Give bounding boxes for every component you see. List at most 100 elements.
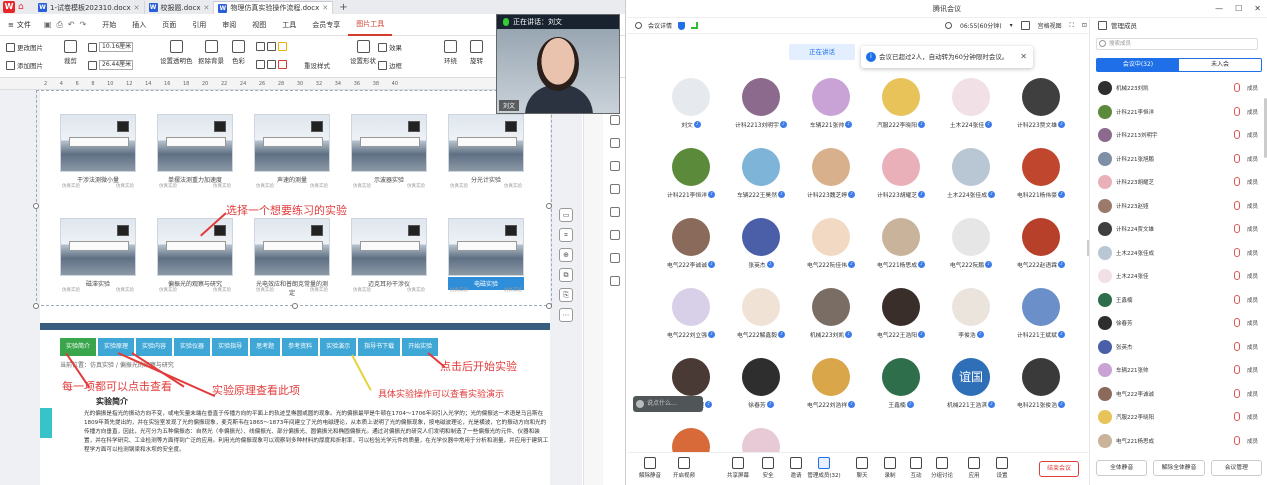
home-icon[interactable]: ⌂ xyxy=(18,1,28,13)
member-row[interactable]: 计科223赵娅 成员 xyxy=(1096,196,1262,216)
experiment-card[interactable]: 分光计实验 仿真实验 仿真实验 xyxy=(448,114,524,190)
nav-button[interactable]: 实验原理 xyxy=(98,338,135,356)
close-icon[interactable]: ✕ xyxy=(322,4,328,12)
participant-tile[interactable]: 计科221李恒洋 ♪ xyxy=(661,148,721,210)
member-row[interactable]: 机械223刘凯 成员 xyxy=(1096,78,1262,98)
undo-icon[interactable]: ↶ xyxy=(68,20,75,30)
member-row[interactable]: 土木224张佳成 成员 xyxy=(1096,243,1262,263)
mic-muted-icon[interactable] xyxy=(1234,83,1240,92)
tools-icon[interactable] xyxy=(610,207,620,217)
horizontal-ruler[interactable]: 2 4 6 8 10 12 14 16 18 20 22 24 26 28 30 32 34 36 38 40 xyxy=(0,78,582,90)
participant-tile[interactable]: 计科2213刘明宇 ♪ xyxy=(731,78,791,140)
participant-tile[interactable]: 电气221杨思成 ♪ xyxy=(871,218,931,280)
unmute-all-button[interactable]: 解除全体静音 xyxy=(1153,460,1205,476)
nav-button[interactable]: 指导书下载 xyxy=(358,338,401,356)
participant-tile[interactable]: 电气222王浩阳 ♪ xyxy=(871,288,931,350)
participant-tile[interactable]: 计科223魏芝婷 ♪ xyxy=(801,148,861,210)
member-row[interactable]: 计科2213刘明宇 成员 xyxy=(1096,125,1262,145)
ribbon-tab[interactable]: 会员专享 xyxy=(304,14,348,36)
select-icon[interactable] xyxy=(610,115,620,125)
ribbon-tab[interactable]: 工具 xyxy=(274,14,304,36)
ribbon-tab[interactable]: 图片工具 xyxy=(348,14,393,36)
chevron-down-icon[interactable]: ▾ xyxy=(1010,22,1013,29)
navigation-icon[interactable] xyxy=(610,184,620,194)
remove-background-button[interactable]: 抠除背景 xyxy=(198,40,224,65)
toolbar-button[interactable]: 解除静音 xyxy=(633,457,667,479)
mic-muted-icon[interactable] xyxy=(1234,177,1240,186)
mic-muted-icon[interactable] xyxy=(1234,200,1240,210)
mic-muted-icon[interactable] xyxy=(1234,412,1240,421)
color-button[interactable]: 色彩 xyxy=(232,40,245,65)
mic-muted-icon[interactable] xyxy=(1234,341,1240,351)
participant-tile[interactable]: 计科221王斌斌 ♪ xyxy=(1011,288,1071,350)
security-shield-icon[interactable] xyxy=(678,21,686,30)
member-row[interactable]: 车辆221张帅 成员 xyxy=(1096,360,1262,380)
participant-tile[interactable]: 电气222阮佳伟 ♪ xyxy=(801,218,861,280)
nav-button[interactable]: 参考资料 xyxy=(282,338,319,356)
close-icon[interactable]: ✕ xyxy=(1020,46,1027,68)
mic-muted-icon[interactable] xyxy=(1234,271,1240,280)
speaker-video[interactable]: 正在讲话：刘文 刘文 xyxy=(496,14,620,114)
ribbon-tab[interactable]: 插入 xyxy=(124,14,154,36)
transparent-color-button[interactable]: 设置透明色 xyxy=(160,40,193,65)
participant-tile[interactable]: 王鑫楠 ♪ xyxy=(871,358,931,420)
participant-tile[interactable]: 计科223胡耀芝 ♪ xyxy=(871,148,931,210)
layout-icon[interactable]: ▭ xyxy=(559,208,573,222)
minimize-icon[interactable]: — xyxy=(1215,0,1223,18)
participant-tile[interactable]: 计科223贾文雄 ♪ xyxy=(1011,78,1071,140)
mic-muted-icon[interactable] xyxy=(1234,318,1240,327)
share-icon[interactable] xyxy=(610,230,620,240)
tab-in-meeting[interactable]: 会议中(32) xyxy=(1097,59,1179,71)
participant-tile[interactable]: 徐春芳 ♪ xyxy=(731,358,791,420)
document-tab[interactable]: W 1-试卷模板202310.docx ✕ xyxy=(34,1,145,14)
fullscreen-icon[interactable]: ⛶ xyxy=(1070,22,1074,30)
ribbon-tab[interactable]: 页面 xyxy=(154,14,184,36)
mic-muted-icon[interactable] xyxy=(1234,106,1240,116)
border-button[interactable]: 边框 xyxy=(378,60,402,70)
nav-button[interactable]: 思考题 xyxy=(250,338,281,356)
mic-muted-icon[interactable] xyxy=(1234,365,1240,374)
mic-muted-icon[interactable] xyxy=(1234,435,1240,445)
more-icon[interactable]: ⋯ xyxy=(559,308,573,322)
participant-tile[interactable]: 电气222刘浩祥 ♪ xyxy=(801,358,861,420)
experiment-card[interactable]: 迈克耳孙干涉仪 仿真实验 仿真实验 xyxy=(351,218,427,294)
experiment-card[interactable]: 干涉法测微小量 仿真实验 仿真实验 xyxy=(60,114,136,190)
change-image-button[interactable]: 更改图片 xyxy=(6,42,43,52)
help-icon[interactable] xyxy=(610,253,620,263)
experiment-card[interactable]: 声速的测量 仿真实验 仿真实验 xyxy=(254,114,330,190)
experiment-card[interactable]: 磁滞实验 仿真实验 仿真实验 xyxy=(60,218,136,294)
member-row[interactable]: 计科221李恒洋 成员 xyxy=(1096,102,1262,122)
mic-muted-icon[interactable] xyxy=(1234,224,1240,233)
wrap-button[interactable]: 环绕 xyxy=(444,40,457,65)
experiment-card[interactable]: 光电效应和普朗克常量的测定 仿真实验 仿真实验 xyxy=(254,218,330,297)
ribbon-tab[interactable]: 开始 xyxy=(94,14,124,36)
width-field[interactable]: 10.16厘米 xyxy=(88,42,133,52)
experiment-card[interactable]: 偏振光的观察与研究 仿真实验 仿真实验 xyxy=(157,218,233,294)
document-tab[interactable]: W 物理仿真实验操作流程.docx ✕ xyxy=(214,1,334,14)
participant-tile[interactable]: 电气222赵语霖 ♪ xyxy=(1011,218,1071,280)
redo-icon[interactable]: ↷ xyxy=(80,20,87,30)
experiment-card[interactable]: 电磁实验 仿真实验 仿真实验 xyxy=(448,218,524,294)
nav-button[interactable]: 实验内容 xyxy=(136,338,173,356)
member-row[interactable]: 计科223胡耀芝 成员 xyxy=(1096,172,1262,192)
participant-tile[interactable]: 电气222阮鹏 ♪ xyxy=(941,218,1001,280)
rotate-button[interactable]: 旋转 xyxy=(470,40,483,65)
format-icon[interactable] xyxy=(610,161,620,171)
mic-muted-icon[interactable] xyxy=(1234,130,1240,139)
member-row[interactable]: 计科221张旭鹏 成员 xyxy=(1096,149,1262,169)
ribbon-tab[interactable]: 视图 xyxy=(244,14,274,36)
save-icon[interactable]: ▣ xyxy=(44,20,52,30)
document-area[interactable]: 干涉法测微小量 仿真实验 仿真实验 单摆法测重力加速度 仿真实验 仿真实验 声速的测量 仿真实… xyxy=(0,90,582,485)
participant-tile[interactable]: 车辆222王昊然 ♪ xyxy=(731,148,791,210)
toolbar-button[interactable]: 分组讨论 xyxy=(925,457,959,479)
image-adjust-group[interactable] xyxy=(256,42,287,51)
pin-icon[interactable]: ⊡ xyxy=(1082,22,1087,29)
participant-tile[interactable]: 谊国 机械221王浩淇 ♪ xyxy=(941,358,1001,420)
maximize-icon[interactable]: ☐ xyxy=(1235,0,1242,18)
file-menu[interactable]: ≡ 文件 xyxy=(0,20,36,30)
wps-logo-icon[interactable]: W xyxy=(3,1,15,13)
participant-tile[interactable]: 土木224张佳成 ♪ xyxy=(941,148,1001,210)
resize-handle-bottom[interactable] xyxy=(292,303,298,309)
member-search-input[interactable]: 搜索成员 xyxy=(1096,38,1258,50)
document-tab[interactable]: W 校报题.docx ✕ xyxy=(145,1,215,14)
